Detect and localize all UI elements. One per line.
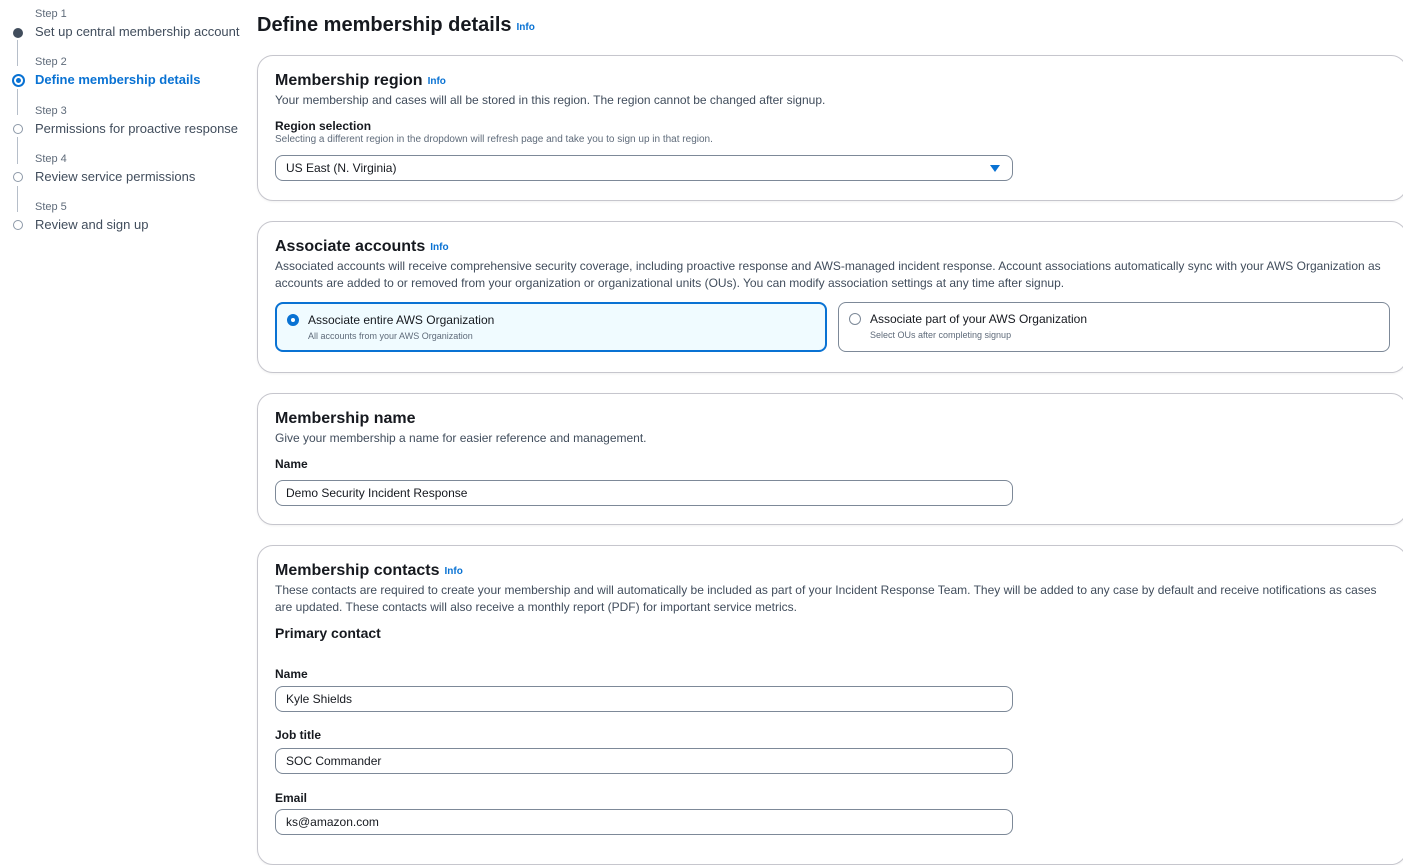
step-pending-icon bbox=[13, 124, 23, 134]
tile-description: All accounts from your AWS Organization bbox=[308, 331, 473, 341]
info-link[interactable]: Info bbox=[430, 242, 448, 253]
info-link[interactable]: Info bbox=[428, 76, 446, 87]
membership-contacts-panel: Membership contacts Info These contacts a… bbox=[257, 545, 1403, 865]
step-title: Review service permissions bbox=[35, 169, 196, 184]
tile-title: Associate part of your AWS Organization bbox=[870, 312, 1087, 326]
caret-down-icon bbox=[990, 165, 1000, 172]
step-title: Permissions for proactive response bbox=[35, 121, 239, 136]
info-link[interactable]: Info bbox=[444, 566, 462, 577]
name-label: Name bbox=[275, 457, 308, 471]
radio-unselected-icon[interactable] bbox=[849, 313, 861, 325]
section-title: Membership name bbox=[275, 410, 416, 427]
membership-name-panel: Membership name Give your membership a n… bbox=[257, 393, 1403, 525]
wizard-step-2[interactable]: Step 2 Define membership details bbox=[0, 56, 250, 102]
region-selected-value: US East (N. Virginia) bbox=[286, 161, 397, 175]
section-title: Associate accounts bbox=[275, 238, 426, 255]
section-description: Give your membership a name for easier r… bbox=[275, 431, 647, 445]
section-heading: Membership region Info bbox=[275, 72, 1386, 90]
email-label: Email bbox=[275, 791, 308, 805]
section-description: Your membership and cases will all be st… bbox=[275, 93, 826, 107]
tile-description: Select OUs after completing signup bbox=[870, 330, 1012, 340]
wizard-step-1[interactable]: Step 1 Set up central membership account bbox=[0, 8, 250, 54]
wizard-step-3: Step 3 Permissions for proactive respons… bbox=[0, 105, 250, 151]
step-number: Step 2 bbox=[35, 56, 67, 68]
section-description: These contacts are required to create yo… bbox=[275, 583, 1377, 614]
step-pending-icon bbox=[13, 172, 23, 182]
membership-name-input[interactable] bbox=[275, 480, 1013, 506]
membership-region-panel: Membership region Info Your membership an… bbox=[257, 55, 1403, 201]
step-number: Step 3 bbox=[35, 105, 67, 117]
page-title: Define membership details Info bbox=[257, 14, 535, 37]
section-description: Associated accounts will receive compreh… bbox=[275, 259, 1381, 290]
associate-entire-organization-tile[interactable]: Associate entire AWS Organization All ac… bbox=[275, 302, 827, 352]
section-heading: Membership contacts Info bbox=[275, 562, 1386, 580]
page-title-text: Define membership details bbox=[257, 14, 512, 36]
step-title: Review and sign up bbox=[35, 217, 149, 232]
region-select-dropdown[interactable]: US East (N. Virginia) bbox=[275, 155, 1013, 181]
wizard-steps-navigation: Step 1 Set up central membership account… bbox=[0, 0, 250, 833]
step-completed-icon bbox=[13, 28, 23, 38]
step-number: Step 5 bbox=[35, 201, 67, 213]
step-title[interactable]: Set up central membership account bbox=[35, 24, 240, 39]
step-number: Step 1 bbox=[35, 8, 67, 20]
section-title: Membership contacts bbox=[275, 562, 440, 579]
contact-name-input[interactable] bbox=[275, 686, 1013, 712]
wizard-step-4: Step 4 Review service permissions bbox=[0, 153, 250, 199]
email-input[interactable] bbox=[275, 809, 1013, 835]
associate-accounts-panel: Associate accounts Info Associated accoun… bbox=[257, 221, 1403, 373]
region-selection-label: Region selection bbox=[275, 119, 372, 133]
contact-name-label: Name bbox=[275, 667, 308, 681]
primary-contact-heading: Primary contact bbox=[275, 625, 381, 641]
tile-title: Associate entire AWS Organization bbox=[308, 313, 495, 327]
step-current-icon bbox=[12, 74, 25, 87]
job-title-input[interactable] bbox=[275, 748, 1013, 774]
region-selection-hint: Selecting a different region in the drop… bbox=[275, 134, 713, 145]
info-link[interactable]: Info bbox=[517, 22, 535, 33]
step-number: Step 4 bbox=[35, 153, 67, 165]
associate-part-organization-tile[interactable]: Associate part of your AWS Organization … bbox=[838, 302, 1390, 352]
job-title-label: Job title bbox=[275, 728, 322, 742]
step-pending-icon bbox=[13, 220, 23, 230]
step-title[interactable]: Define membership details bbox=[35, 72, 200, 87]
section-title: Membership region bbox=[275, 72, 423, 89]
section-heading: Associate accounts Info bbox=[275, 238, 1386, 256]
wizard-step-5: Step 5 Review and sign up bbox=[0, 201, 250, 247]
radio-selected-icon[interactable] bbox=[287, 314, 299, 326]
